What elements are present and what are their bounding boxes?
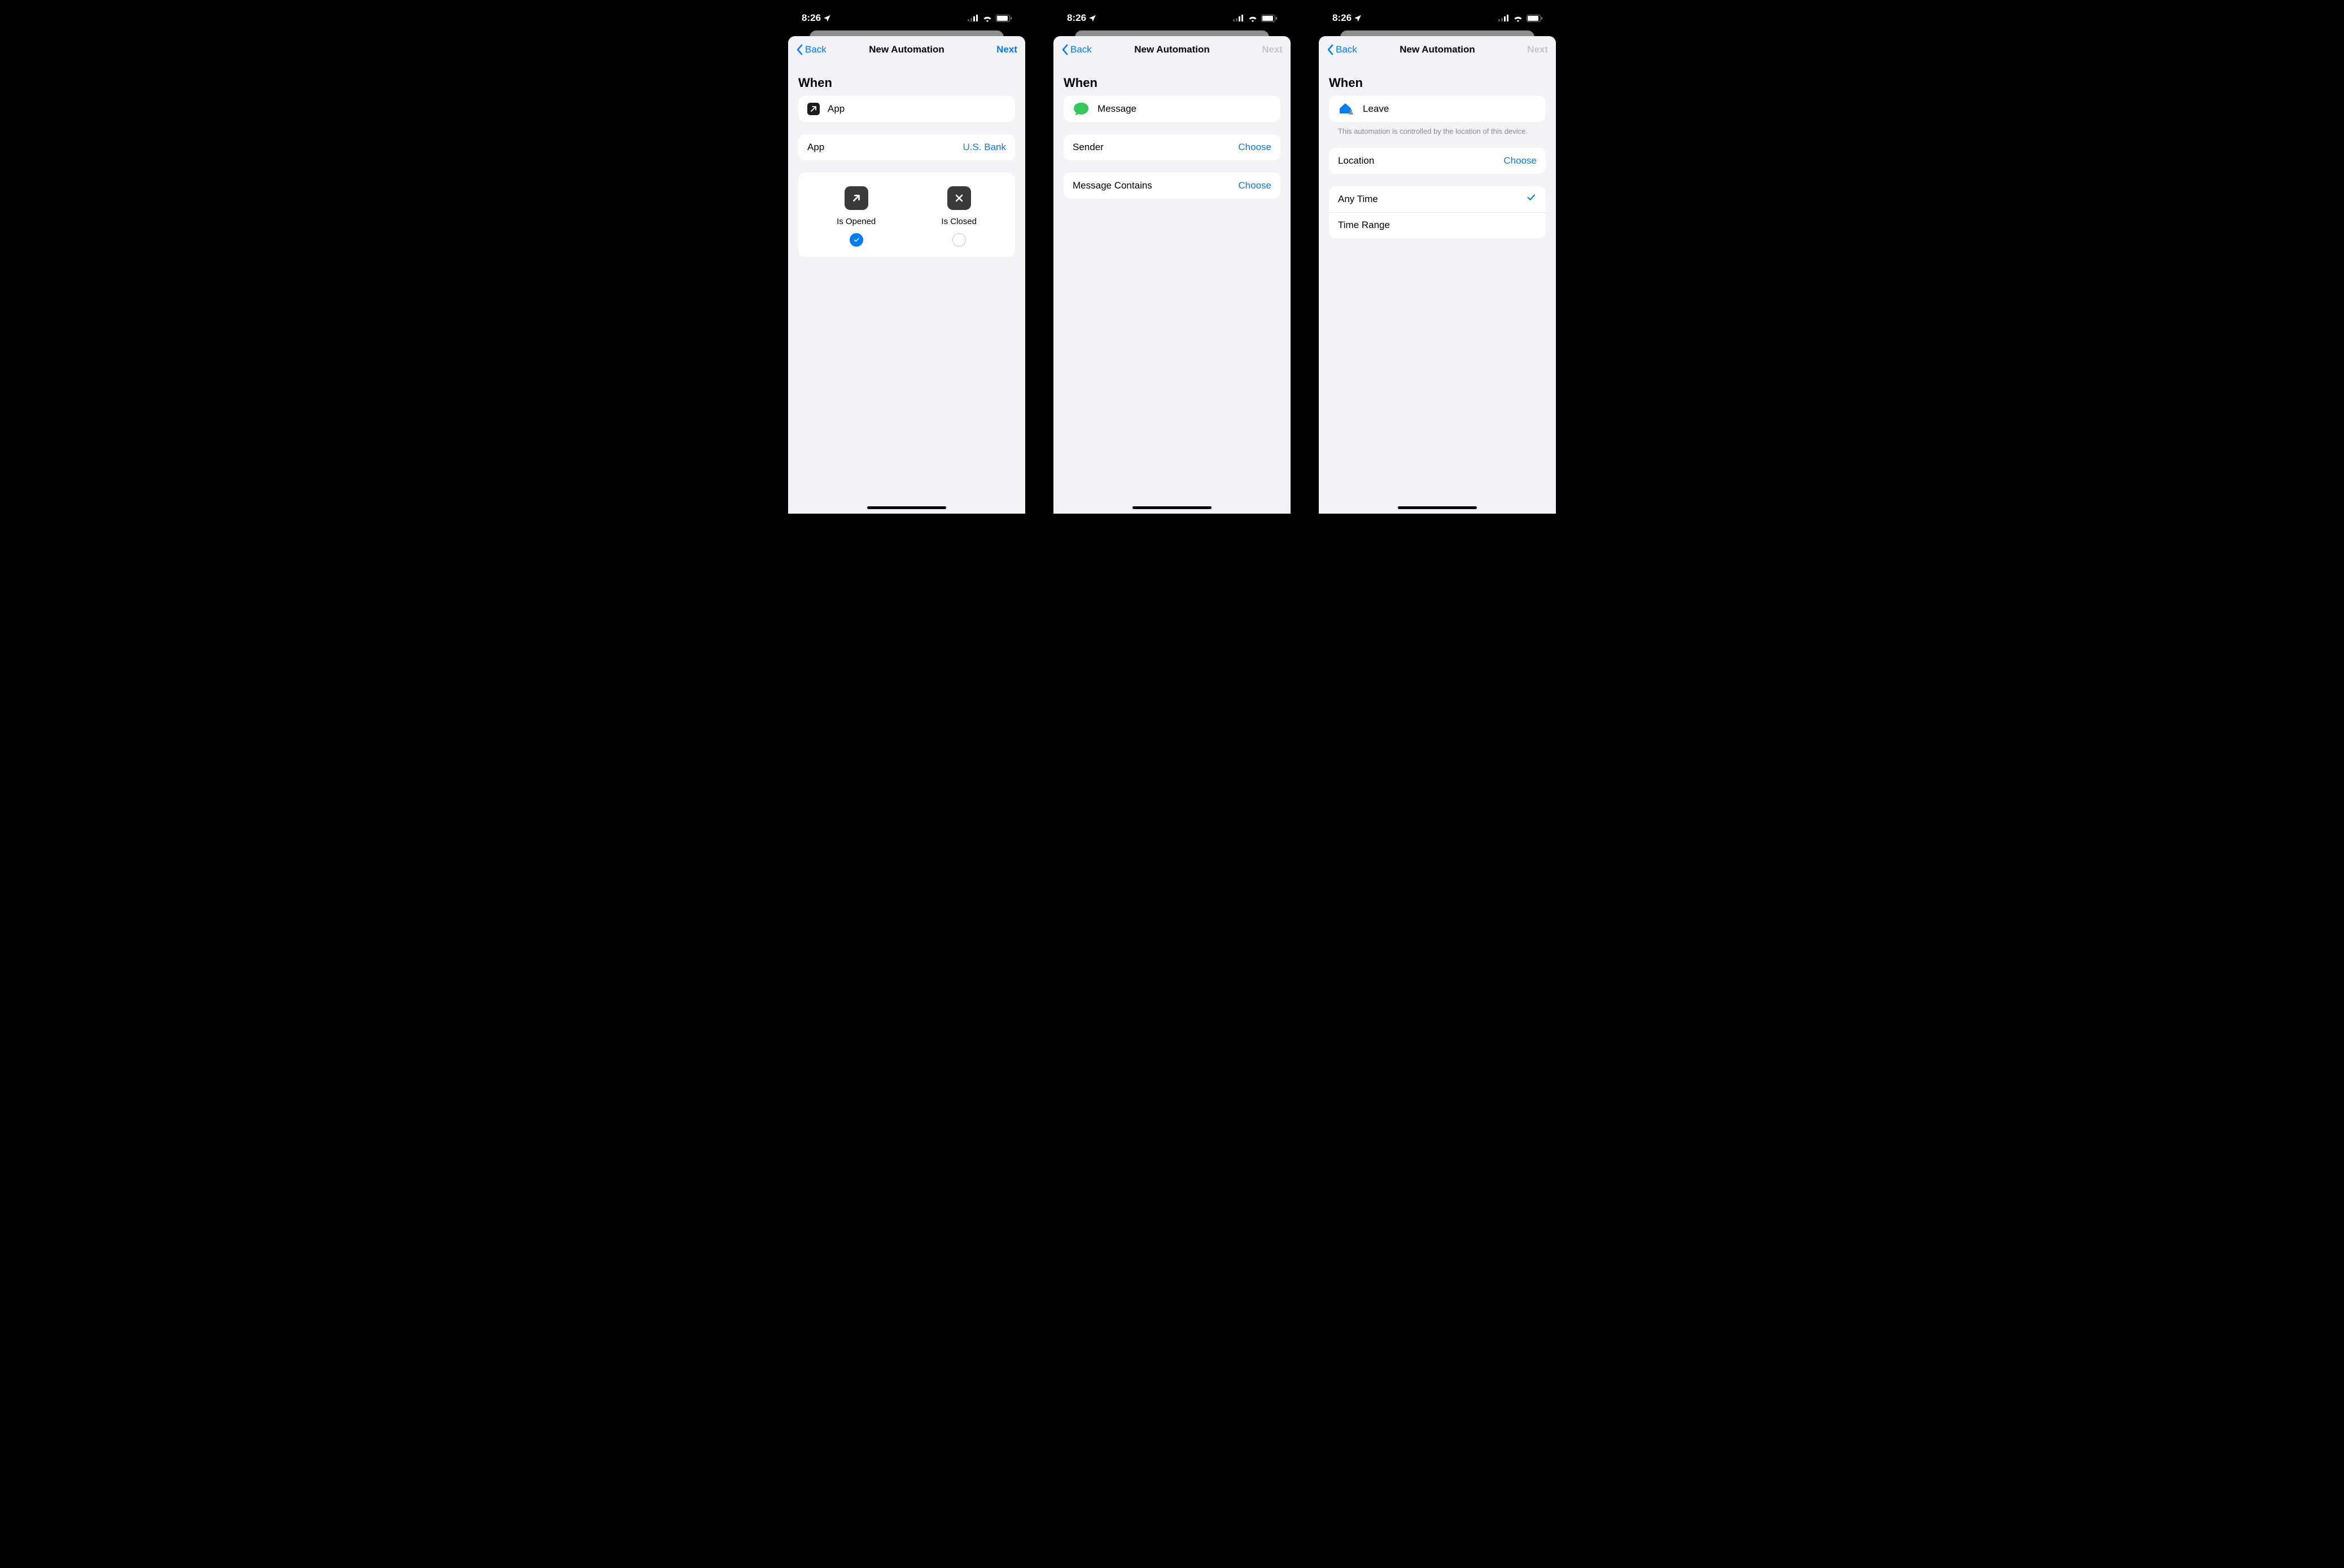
location-footnote: This automation is controlled by the loc… [1329, 126, 1546, 137]
next-button[interactable]: Next [978, 44, 1017, 55]
trigger-row[interactable]: App [798, 96, 1015, 122]
trigger-label: App [828, 103, 1006, 115]
checkmark-icon [1524, 192, 1537, 205]
nav-bar: Back New Automation Next [1319, 36, 1556, 63]
status-bar: 8:26 [1053, 6, 1291, 30]
modal-sheet: Back New Automation Next When App [788, 36, 1025, 514]
cellular-icon [968, 15, 979, 21]
home-indicator[interactable] [1398, 506, 1477, 509]
nav-title: New Automation [1134, 44, 1209, 55]
chevron-left-icon [1061, 44, 1068, 55]
wifi-icon [1513, 15, 1523, 22]
app-selector-row[interactable]: App U.S. Bank [798, 134, 1015, 160]
timerange-row[interactable]: Time Range [1329, 212, 1546, 238]
location-arrow-icon [823, 14, 831, 22]
trigger-label: Leave [1363, 103, 1537, 115]
location-arrow-icon [1354, 14, 1362, 22]
back-button[interactable]: Back [1061, 44, 1101, 55]
battery-icon [1527, 15, 1542, 22]
app-selector-value: U.S. Bank [963, 142, 1006, 153]
opened-label: Is Opened [837, 217, 876, 226]
nav-title: New Automation [869, 44, 944, 55]
phone-screen-app-trigger: 8:26 Back New Automation Next When [788, 6, 1025, 514]
when-header: When [1064, 76, 1280, 90]
is-opened-option[interactable]: Is Opened [837, 186, 876, 247]
trigger-label: Message [1097, 103, 1271, 115]
closed-label: Is Closed [941, 217, 977, 226]
modal-sheet: Back New Automation Next When [1319, 36, 1556, 514]
phone-screen-message-trigger: 8:26 Back New Automation Next When [1053, 6, 1291, 514]
home-indicator[interactable] [867, 506, 946, 509]
next-button: Next [1243, 44, 1283, 55]
contains-choose: Choose [1238, 180, 1271, 191]
status-time: 8:26 [802, 12, 821, 24]
app-state-toggles: Is Opened Is Closed [798, 173, 1015, 257]
message-contains-row[interactable]: Message Contains Choose [1064, 173, 1280, 199]
back-button[interactable]: Back [796, 44, 836, 55]
status-time: 8:26 [1332, 12, 1352, 24]
closed-radio[interactable] [952, 233, 966, 247]
trigger-row[interactable]: Leave [1329, 96, 1546, 122]
wifi-icon [1248, 15, 1258, 22]
opened-radio[interactable] [850, 233, 863, 247]
back-label: Back [1070, 44, 1092, 55]
cellular-icon [1498, 15, 1510, 21]
home-indicator[interactable] [1132, 506, 1212, 509]
wifi-icon [982, 15, 992, 22]
opened-icon [845, 186, 868, 210]
status-bar: 8:26 [1319, 6, 1556, 30]
chevron-left-icon [1327, 44, 1333, 55]
location-row[interactable]: Location Choose [1329, 148, 1546, 174]
location-label: Location [1338, 155, 1495, 167]
nav-bar: Back New Automation Next [1053, 36, 1291, 63]
location-choose: Choose [1503, 155, 1537, 167]
sender-row[interactable]: Sender Choose [1064, 134, 1280, 160]
back-label: Back [1336, 44, 1357, 55]
leave-home-icon [1338, 101, 1355, 117]
location-arrow-icon [1088, 14, 1096, 22]
when-header: When [1329, 76, 1546, 90]
phone-screen-leave-trigger: 8:26 Back New Automation Next When [1319, 6, 1556, 514]
sender-label: Sender [1073, 142, 1230, 153]
anytime-label: Any Time [1338, 194, 1516, 205]
contains-label: Message Contains [1073, 180, 1230, 191]
back-label: Back [805, 44, 826, 55]
status-time: 8:26 [1067, 12, 1086, 24]
chevron-left-icon [796, 44, 803, 55]
back-button[interactable]: Back [1327, 44, 1366, 55]
battery-icon [996, 15, 1012, 22]
next-button: Next [1508, 44, 1548, 55]
when-header: When [798, 76, 1015, 90]
status-bar: 8:26 [788, 6, 1025, 30]
battery-icon [1261, 15, 1277, 22]
closed-icon [947, 186, 971, 210]
anytime-row[interactable]: Any Time [1329, 186, 1546, 212]
trigger-row[interactable]: Message [1064, 96, 1280, 122]
modal-sheet: Back New Automation Next When Message Se… [1053, 36, 1291, 514]
app-shortcut-icon [807, 103, 820, 115]
timerange-label: Time Range [1338, 220, 1537, 231]
sender-choose: Choose [1238, 142, 1271, 153]
nav-title: New Automation [1400, 44, 1475, 55]
nav-bar: Back New Automation Next [788, 36, 1025, 63]
cellular-icon [1233, 15, 1244, 21]
app-selector-label: App [807, 142, 955, 153]
message-bubble-icon [1073, 102, 1090, 116]
is-closed-option[interactable]: Is Closed [941, 186, 977, 247]
